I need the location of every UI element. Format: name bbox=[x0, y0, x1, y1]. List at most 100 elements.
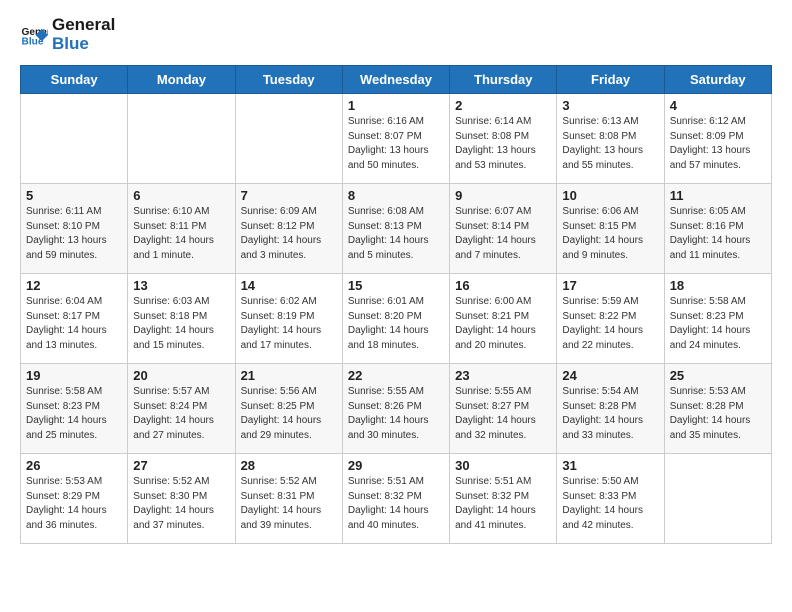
calendar-header-row: SundayMondayTuesdayWednesdayThursdayFrid… bbox=[21, 66, 772, 94]
day-info: Sunrise: 6:11 AM Sunset: 8:10 PM Dayligh… bbox=[26, 205, 122, 263]
day-info: Sunrise: 5:59 AM Sunset: 8:22 PM Dayligh… bbox=[562, 295, 658, 353]
calendar-cell bbox=[21, 94, 128, 184]
calendar-cell: 1 Sunrise: 6:16 AM Sunset: 8:07 PM Daylig… bbox=[342, 94, 449, 184]
calendar-cell: 23Sunrise: 5:55 AM Sunset: 8:27 PM Dayli… bbox=[450, 364, 557, 454]
day-info: Sunrise: 5:51 AM Sunset: 8:32 PM Dayligh… bbox=[455, 475, 551, 533]
calendar-cell: 7 Sunrise: 6:09 AM Sunset: 8:12 PM Daylig… bbox=[235, 184, 342, 274]
day-info: Sunrise: 5:57 AM Sunset: 8:24 PM Dayligh… bbox=[133, 385, 229, 443]
day-info: Sunrise: 5:54 AM Sunset: 8:28 PM Dayligh… bbox=[562, 385, 658, 443]
logo-icon: General Blue bbox=[20, 21, 48, 49]
day-info: Sunrise: 5:52 AM Sunset: 8:30 PM Dayligh… bbox=[133, 475, 229, 533]
day-info: Sunrise: 6:05 AM Sunset: 8:16 PM Dayligh… bbox=[670, 205, 766, 263]
day-number: 1 bbox=[348, 98, 444, 113]
day-number: 18 bbox=[670, 278, 766, 293]
day-number: 5 bbox=[26, 188, 122, 203]
calendar-cell: 5 Sunrise: 6:11 AM Sunset: 8:10 PM Daylig… bbox=[21, 184, 128, 274]
calendar-cell: 3 Sunrise: 6:13 AM Sunset: 8:08 PM Daylig… bbox=[557, 94, 664, 184]
day-info: Sunrise: 6:01 AM Sunset: 8:20 PM Dayligh… bbox=[348, 295, 444, 353]
calendar-cell: 25 Sunrise: 5:53 AM Sunset: 8:28 PM Dayli… bbox=[664, 364, 771, 454]
day-info: Sunrise: 6:00 AM Sunset: 8:21 PM Dayligh… bbox=[455, 295, 551, 353]
day-header-wednesday: Wednesday bbox=[342, 66, 449, 94]
calendar-cell: 10 Sunrise: 6:06 AM Sunset: 8:15 PM Dayli… bbox=[557, 184, 664, 274]
day-info: Sunrise: 6:13 AM Sunset: 8:08 PM Dayligh… bbox=[562, 115, 658, 173]
day-info: Sunrise: 5:55 AM Sunset: 8:26 PM Dayligh… bbox=[348, 385, 444, 443]
calendar-cell: 19Sunrise: 5:58 AM Sunset: 8:23 PM Dayli… bbox=[21, 364, 128, 454]
calendar-cell: 30 Sunrise: 5:51 AM Sunset: 8:32 PM Dayli… bbox=[450, 454, 557, 544]
calendar-cell: 29 Sunrise: 5:51 AM Sunset: 8:32 PM Dayli… bbox=[342, 454, 449, 544]
day-number: 20 bbox=[133, 368, 229, 383]
day-number: 16 bbox=[455, 278, 551, 293]
day-number: 3 bbox=[562, 98, 658, 113]
calendar-cell: 24 Sunrise: 5:54 AM Sunset: 8:28 PM Dayli… bbox=[557, 364, 664, 454]
calendar-cell: 22 Sunrise: 5:55 AM Sunset: 8:26 PM Dayli… bbox=[342, 364, 449, 454]
day-info: Sunrise: 6:02 AM Sunset: 8:19 PM Dayligh… bbox=[241, 295, 337, 353]
day-info: Sunrise: 5:53 AM Sunset: 8:28 PM Dayligh… bbox=[670, 385, 766, 443]
calendar-table: SundayMondayTuesdayWednesdayThursdayFrid… bbox=[20, 65, 772, 544]
calendar-week-row: 19Sunrise: 5:58 AM Sunset: 8:23 PM Dayli… bbox=[21, 364, 772, 454]
day-info: Sunrise: 6:04 AM Sunset: 8:17 PM Dayligh… bbox=[26, 295, 122, 353]
day-number: 19 bbox=[26, 368, 122, 383]
day-number: 15 bbox=[348, 278, 444, 293]
day-info: Sunrise: 5:53 AM Sunset: 8:29 PM Dayligh… bbox=[26, 475, 122, 533]
day-number: 13 bbox=[133, 278, 229, 293]
header: General Blue General Blue bbox=[20, 16, 772, 53]
calendar-cell: 27Sunrise: 5:52 AM Sunset: 8:30 PM Dayli… bbox=[128, 454, 235, 544]
day-info: Sunrise: 6:09 AM Sunset: 8:12 PM Dayligh… bbox=[241, 205, 337, 263]
day-header-tuesday: Tuesday bbox=[235, 66, 342, 94]
page: General Blue General Blue SundayMondayTu… bbox=[0, 0, 792, 612]
calendar-cell: 17 Sunrise: 5:59 AM Sunset: 8:22 PM Dayli… bbox=[557, 274, 664, 364]
day-info: Sunrise: 5:51 AM Sunset: 8:32 PM Dayligh… bbox=[348, 475, 444, 533]
calendar-cell: 21Sunrise: 5:56 AM Sunset: 8:25 PM Dayli… bbox=[235, 364, 342, 454]
calendar-cell: 26 Sunrise: 5:53 AM Sunset: 8:29 PM Dayli… bbox=[21, 454, 128, 544]
day-number: 17 bbox=[562, 278, 658, 293]
day-header-sunday: Sunday bbox=[21, 66, 128, 94]
day-number: 4 bbox=[670, 98, 766, 113]
calendar-cell bbox=[235, 94, 342, 184]
calendar-week-row: 26 Sunrise: 5:53 AM Sunset: 8:29 PM Dayli… bbox=[21, 454, 772, 544]
calendar-cell: 11 Sunrise: 6:05 AM Sunset: 8:16 PM Dayli… bbox=[664, 184, 771, 274]
day-info: Sunrise: 5:50 AM Sunset: 8:33 PM Dayligh… bbox=[562, 475, 658, 533]
day-info: Sunrise: 6:10 AM Sunset: 8:11 PM Dayligh… bbox=[133, 205, 229, 263]
calendar-cell bbox=[128, 94, 235, 184]
day-number: 10 bbox=[562, 188, 658, 203]
day-number: 8 bbox=[348, 188, 444, 203]
day-number: 24 bbox=[562, 368, 658, 383]
day-header-saturday: Saturday bbox=[664, 66, 771, 94]
day-info: Sunrise: 6:08 AM Sunset: 8:13 PM Dayligh… bbox=[348, 205, 444, 263]
day-number: 14 bbox=[241, 278, 337, 293]
calendar-cell: 8 Sunrise: 6:08 AM Sunset: 8:13 PM Daylig… bbox=[342, 184, 449, 274]
day-number: 28 bbox=[241, 458, 337, 473]
day-info: Sunrise: 6:14 AM Sunset: 8:08 PM Dayligh… bbox=[455, 115, 551, 173]
calendar-cell: 28 Sunrise: 5:52 AM Sunset: 8:31 PM Dayli… bbox=[235, 454, 342, 544]
calendar-week-row: 5 Sunrise: 6:11 AM Sunset: 8:10 PM Daylig… bbox=[21, 184, 772, 274]
day-number: 29 bbox=[348, 458, 444, 473]
day-header-friday: Friday bbox=[557, 66, 664, 94]
calendar-cell: 4Sunrise: 6:12 AM Sunset: 8:09 PM Daylig… bbox=[664, 94, 771, 184]
day-number: 11 bbox=[670, 188, 766, 203]
day-number: 31 bbox=[562, 458, 658, 473]
day-info: Sunrise: 6:16 AM Sunset: 8:07 PM Dayligh… bbox=[348, 115, 444, 173]
calendar-cell: 9 Sunrise: 6:07 AM Sunset: 8:14 PM Daylig… bbox=[450, 184, 557, 274]
day-number: 21 bbox=[241, 368, 337, 383]
day-number: 7 bbox=[241, 188, 337, 203]
day-header-monday: Monday bbox=[128, 66, 235, 94]
day-info: Sunrise: 6:07 AM Sunset: 8:14 PM Dayligh… bbox=[455, 205, 551, 263]
day-number: 6 bbox=[133, 188, 229, 203]
day-info: Sunrise: 6:06 AM Sunset: 8:15 PM Dayligh… bbox=[562, 205, 658, 263]
logo: General Blue General Blue bbox=[20, 16, 115, 53]
calendar-cell: 15 Sunrise: 6:01 AM Sunset: 8:20 PM Dayli… bbox=[342, 274, 449, 364]
calendar-cell: 14 Sunrise: 6:02 AM Sunset: 8:19 PM Dayli… bbox=[235, 274, 342, 364]
day-number: 25 bbox=[670, 368, 766, 383]
calendar-cell: 20 Sunrise: 5:57 AM Sunset: 8:24 PM Dayli… bbox=[128, 364, 235, 454]
calendar-week-row: 1 Sunrise: 6:16 AM Sunset: 8:07 PM Daylig… bbox=[21, 94, 772, 184]
day-info: Sunrise: 5:52 AM Sunset: 8:31 PM Dayligh… bbox=[241, 475, 337, 533]
day-number: 22 bbox=[348, 368, 444, 383]
day-number: 30 bbox=[455, 458, 551, 473]
day-info: Sunrise: 6:03 AM Sunset: 8:18 PM Dayligh… bbox=[133, 295, 229, 353]
day-info: Sunrise: 5:58 AM Sunset: 8:23 PM Dayligh… bbox=[670, 295, 766, 353]
calendar-cell: 2Sunrise: 6:14 AM Sunset: 8:08 PM Daylig… bbox=[450, 94, 557, 184]
logo-general: General bbox=[52, 16, 115, 35]
day-number: 26 bbox=[26, 458, 122, 473]
day-number: 12 bbox=[26, 278, 122, 293]
day-number: 9 bbox=[455, 188, 551, 203]
